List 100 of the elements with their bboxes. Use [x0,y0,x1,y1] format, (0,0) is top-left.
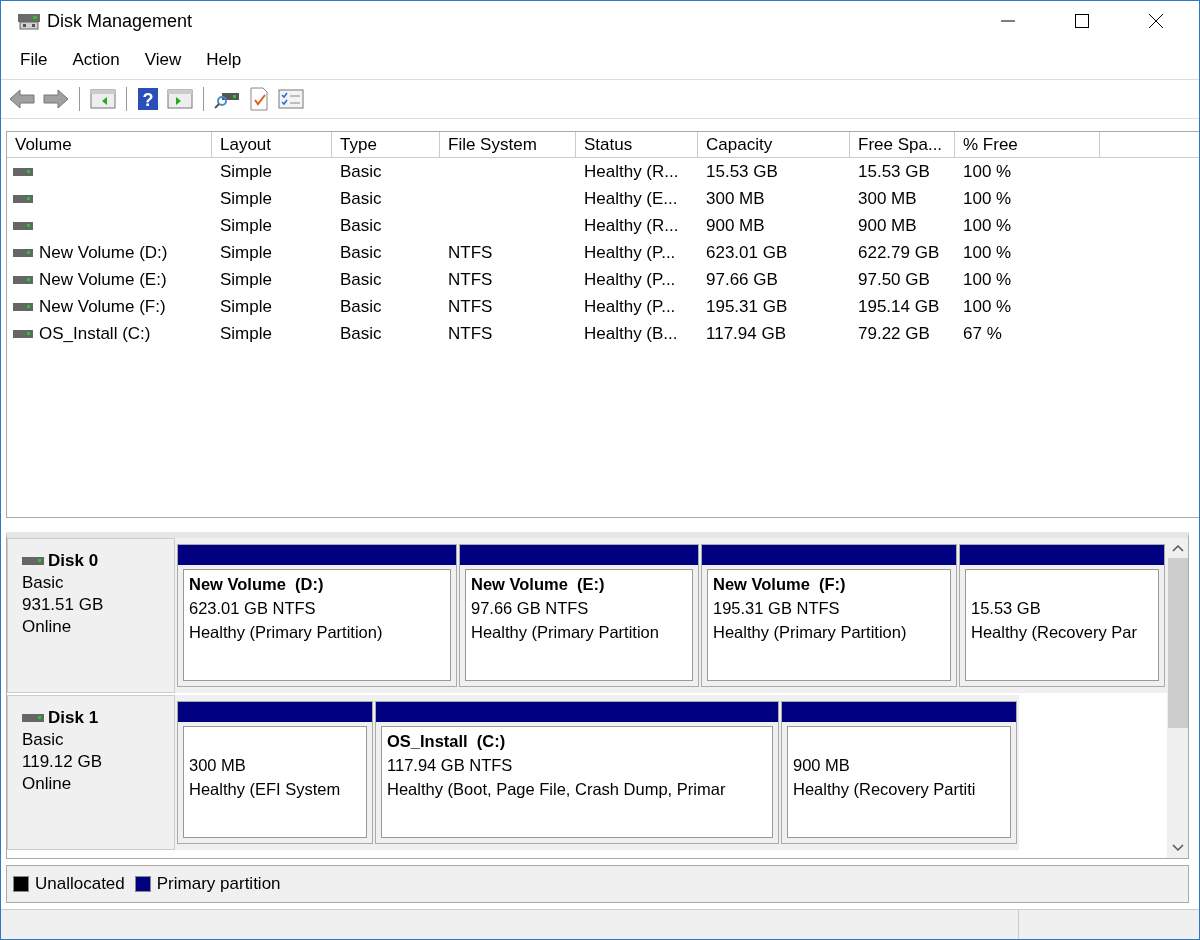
column-header[interactable]: % Free [955,132,1100,158]
partition-block[interactable]: New Volume (E:) 97.66 GB NTFS Healthy (Primary Partition [459,544,699,687]
table-cell: Basic [340,242,382,263]
help-icon[interactable]: ? [137,87,159,111]
table-cell: Basic [340,323,382,344]
column-header[interactable]: Layout [212,132,332,158]
table-cell: 100 % [963,161,1012,182]
partition-title: New Volume (E:) [471,575,606,595]
disk-size: 119.12 GB [22,752,104,772]
vertical-scrollbar[interactable] [1167,538,1188,858]
disk-name: Disk 1 [48,708,99,728]
table-cell: 195.31 GB [706,296,788,317]
table-cell: Healthy (R... [584,215,679,236]
partition-status: Healthy (EFI System [189,780,342,800]
forward-arrow-icon[interactable] [43,88,69,110]
table-cell: Healthy (P... [584,242,676,263]
table-cell: Basic [340,215,382,236]
drive-icon [22,713,44,723]
drive-icon [13,166,33,177]
table-cell: Simple [220,323,272,344]
menu-item[interactable]: Help [206,50,242,70]
table-cell: 15.53 GB [706,161,778,182]
disk-size: 931.51 GB [22,595,105,615]
panel-icon[interactable] [167,88,193,110]
partition-status: Healthy (Boot, Page File, Crash Dump, Primar [387,780,727,800]
window-title: Disk Management [47,10,193,32]
partition-size: 117.94 GB NTFS [387,756,514,776]
partition-status: Healthy (Primary Partition) [713,623,908,643]
table-cell: Healthy (P... [584,296,676,317]
table-cell: New Volume (D:) [39,242,168,263]
table-cell: Basic [340,161,382,182]
partition-status: Healthy (Primary Partition [471,623,660,643]
disk-drive-icon [17,11,41,31]
table-cell: 900 MB [858,215,917,236]
table-cell: Simple [220,188,272,209]
table-cell: 300 MB [706,188,765,209]
partition-block[interactable]: OS_Install (C:) 117.94 GB NTFS Healthy (Boot, Page File, Crash Dump, Primar [375,701,779,844]
table-cell: 97.50 GB [858,269,930,290]
table-cell: 100 % [963,242,1012,263]
table-cell: 100 % [963,269,1012,290]
partition-title: New Volume (F:) [713,575,847,595]
partition-size: 15.53 GB [971,599,1042,619]
partition-block[interactable]: New Volume (D:) 623.01 GB NTFS Healthy (Primary Partition) [177,544,457,687]
table-cell: Simple [220,296,272,317]
column-header[interactable]: Free Spa... [850,132,955,158]
column-header[interactable]: File System [440,132,576,158]
menu-item[interactable]: Action [72,50,120,70]
table-cell: 195.14 GB [858,296,940,317]
table-cell: 300 MB [858,188,917,209]
partition-block[interactable]: New Volume (F:) 195.31 GB NTFS Healthy (Primary Partition) [701,544,957,687]
scroll-up-icon[interactable] [1171,544,1184,552]
partition-title: OS_Install (C:) [387,732,507,752]
table-cell: Basic [340,269,382,290]
table-cell: NTFS [448,296,493,317]
table-cell: Healthy (R... [584,161,679,182]
disk-status: Online [22,774,73,794]
drive-icon [13,274,33,285]
panel-icon[interactable] [90,88,116,110]
table-cell: 67 % [963,323,1002,344]
disk-name: Disk 0 [48,551,99,571]
menu-item[interactable]: View [144,50,182,70]
drive-icon [13,247,33,258]
partition-status: Healthy (Recovery Par [971,623,1138,643]
table-cell: OS_Install (C:) [39,323,151,344]
table-cell: 117.94 GB [706,323,787,344]
table-cell: 622.79 GB [858,242,940,263]
table-cell: NTFS [448,242,493,263]
back-arrow-icon[interactable] [9,88,35,110]
column-header[interactable]: Capacity [698,132,850,158]
table-cell: 100 % [963,296,1012,317]
legend-label: Unallocated [35,874,125,894]
partition-block[interactable]: 900 MB Healthy (Recovery Partiti [781,701,1017,844]
maximize-icon[interactable] [1075,14,1089,28]
disk-info-panel[interactable]: Disk 0 Basic 931.51 GB Online [7,538,175,693]
partition-block[interactable]: 300 MB Healthy (EFI System [177,701,373,844]
column-header[interactable]: Type [332,132,440,158]
close-icon[interactable] [1149,14,1163,28]
table-cell: 15.53 GB [858,161,930,182]
scroll-thumb[interactable] [1167,558,1188,728]
table-cell: 100 % [963,215,1012,236]
partition-size: 900 MB [793,756,851,776]
table-cell: 100 % [963,188,1012,209]
disk-info-panel[interactable]: Disk 1 Basic 119.12 GB Online [7,695,175,850]
partition-block[interactable]: 15.53 GB Healthy (Recovery Par [959,544,1165,687]
table-cell: New Volume (F:) [39,296,166,317]
checked-document-icon[interactable] [248,87,270,111]
menu-item[interactable]: File [20,50,48,70]
column-header[interactable]: Volume [7,132,212,158]
table-cell: Simple [220,161,272,182]
scroll-down-icon[interactable] [1171,844,1184,852]
partition-size: 300 MB [189,756,247,776]
column-header[interactable]: Status [576,132,698,158]
partition-status: Healthy (Primary Partition) [189,623,384,643]
partition-size: 623.01 GB NTFS [189,599,317,619]
table-cell: 900 MB [706,215,765,236]
partition-size: 195.31 GB NTFS [713,599,841,619]
disk-type: Basic [22,573,65,593]
disk-status: Online [22,617,73,637]
checklist-icon[interactable] [278,88,304,110]
disk-type: Basic [22,730,65,750]
